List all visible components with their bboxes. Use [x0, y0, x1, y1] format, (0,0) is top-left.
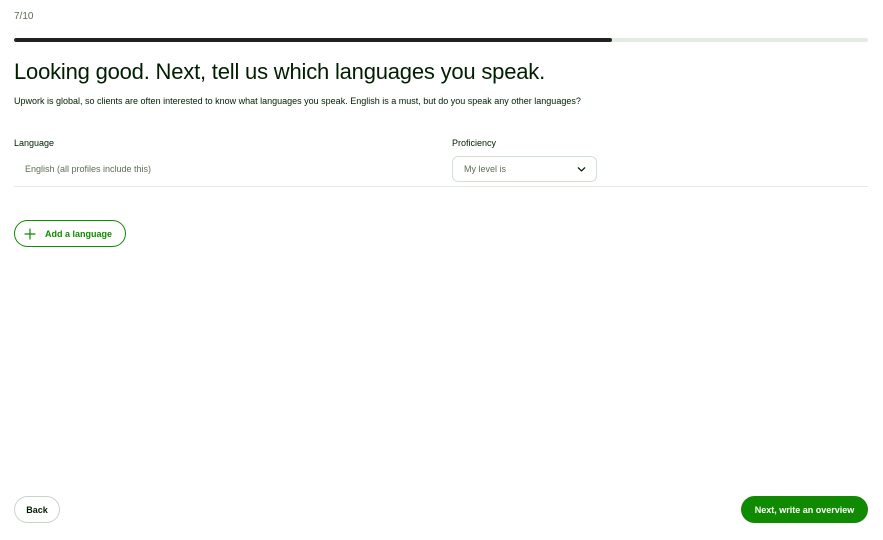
add-language-button[interactable]: Add a language — [14, 220, 126, 247]
add-language-label: Add a language — [45, 228, 113, 239]
proficiency-column-header: Proficiency — [452, 138, 497, 148]
page-title: Looking good. Next, tell us which langua… — [14, 59, 545, 84]
next-button[interactable]: Next, write an overview — [741, 496, 868, 523]
progress-bar — [14, 38, 868, 42]
step-counter: 7/10 — [14, 11, 34, 22]
progress-bar-fill — [14, 38, 612, 42]
row-divider — [14, 186, 868, 187]
proficiency-select[interactable]: My level is — [452, 156, 597, 182]
proficiency-select-placeholder: My level is — [464, 164, 507, 174]
language-column-header: Language — [14, 138, 55, 148]
plus-icon — [24, 227, 36, 240]
back-button[interactable]: Back — [14, 496, 60, 523]
onboarding-page: 7/10 Looking good. Next, tell us which l… — [0, 0, 883, 540]
language-row-english: English (all profiles include this) — [25, 164, 152, 174]
intro-text: Upwork is global, so clients are often i… — [14, 96, 581, 106]
chevron-down-icon — [577, 167, 586, 172]
